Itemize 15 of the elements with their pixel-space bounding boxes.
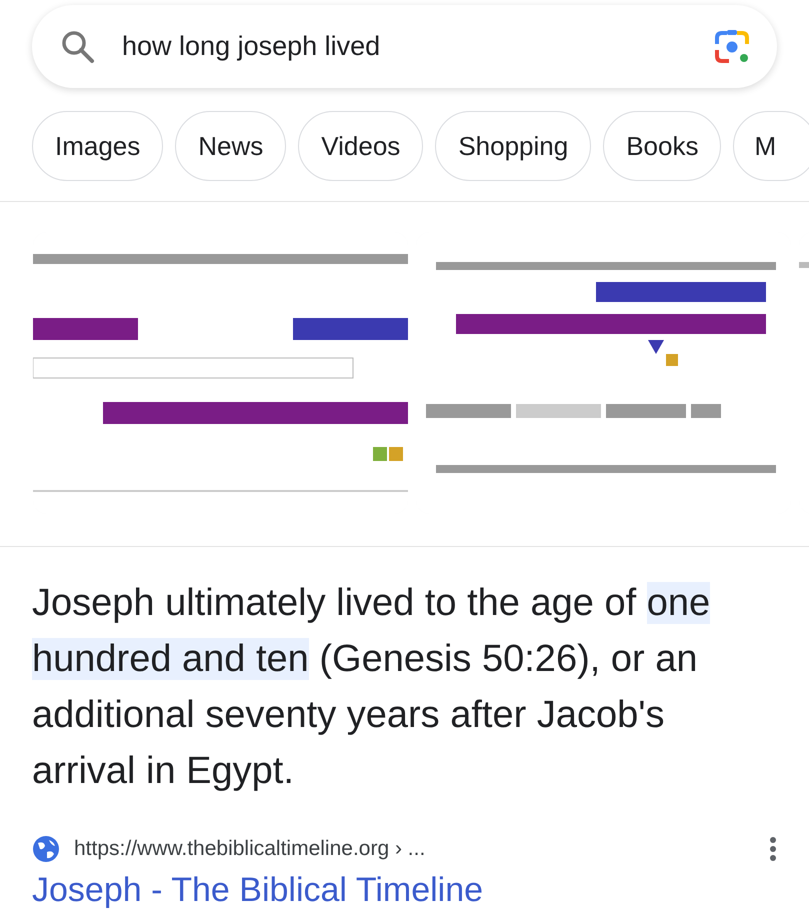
filter-chip[interactable]: Images	[32, 111, 164, 181]
answer-text: Joseph ultimately lived to the age of one hundred and ten (Genesis 50:26), or an additional seventy years after Jacob's arrival in Egypt.	[32, 581, 712, 794]
search-icon[interactable]	[60, 28, 96, 64]
filter-chip[interactable]: Books	[603, 111, 722, 181]
globe-icon	[32, 835, 60, 863]
result-title-link[interactable]: Joseph - The Biblical Timeline	[32, 871, 484, 910]
search-input[interactable]: how long joseph lived	[120, 30, 689, 63]
result-url: https://www.thebiblicaltimeline.org › ...	[74, 837, 426, 861]
search-bar[interactable]: how long joseph lived	[32, 5, 777, 88]
filter-chip[interactable]: Shopping	[435, 111, 592, 181]
filter-chip[interactable]: M	[733, 111, 809, 181]
camera-icon[interactable]	[713, 28, 751, 66]
filter-chip[interactable]: News	[175, 111, 286, 181]
filter-chip[interactable]: Videos	[298, 111, 424, 181]
more-icon[interactable]	[769, 836, 777, 862]
